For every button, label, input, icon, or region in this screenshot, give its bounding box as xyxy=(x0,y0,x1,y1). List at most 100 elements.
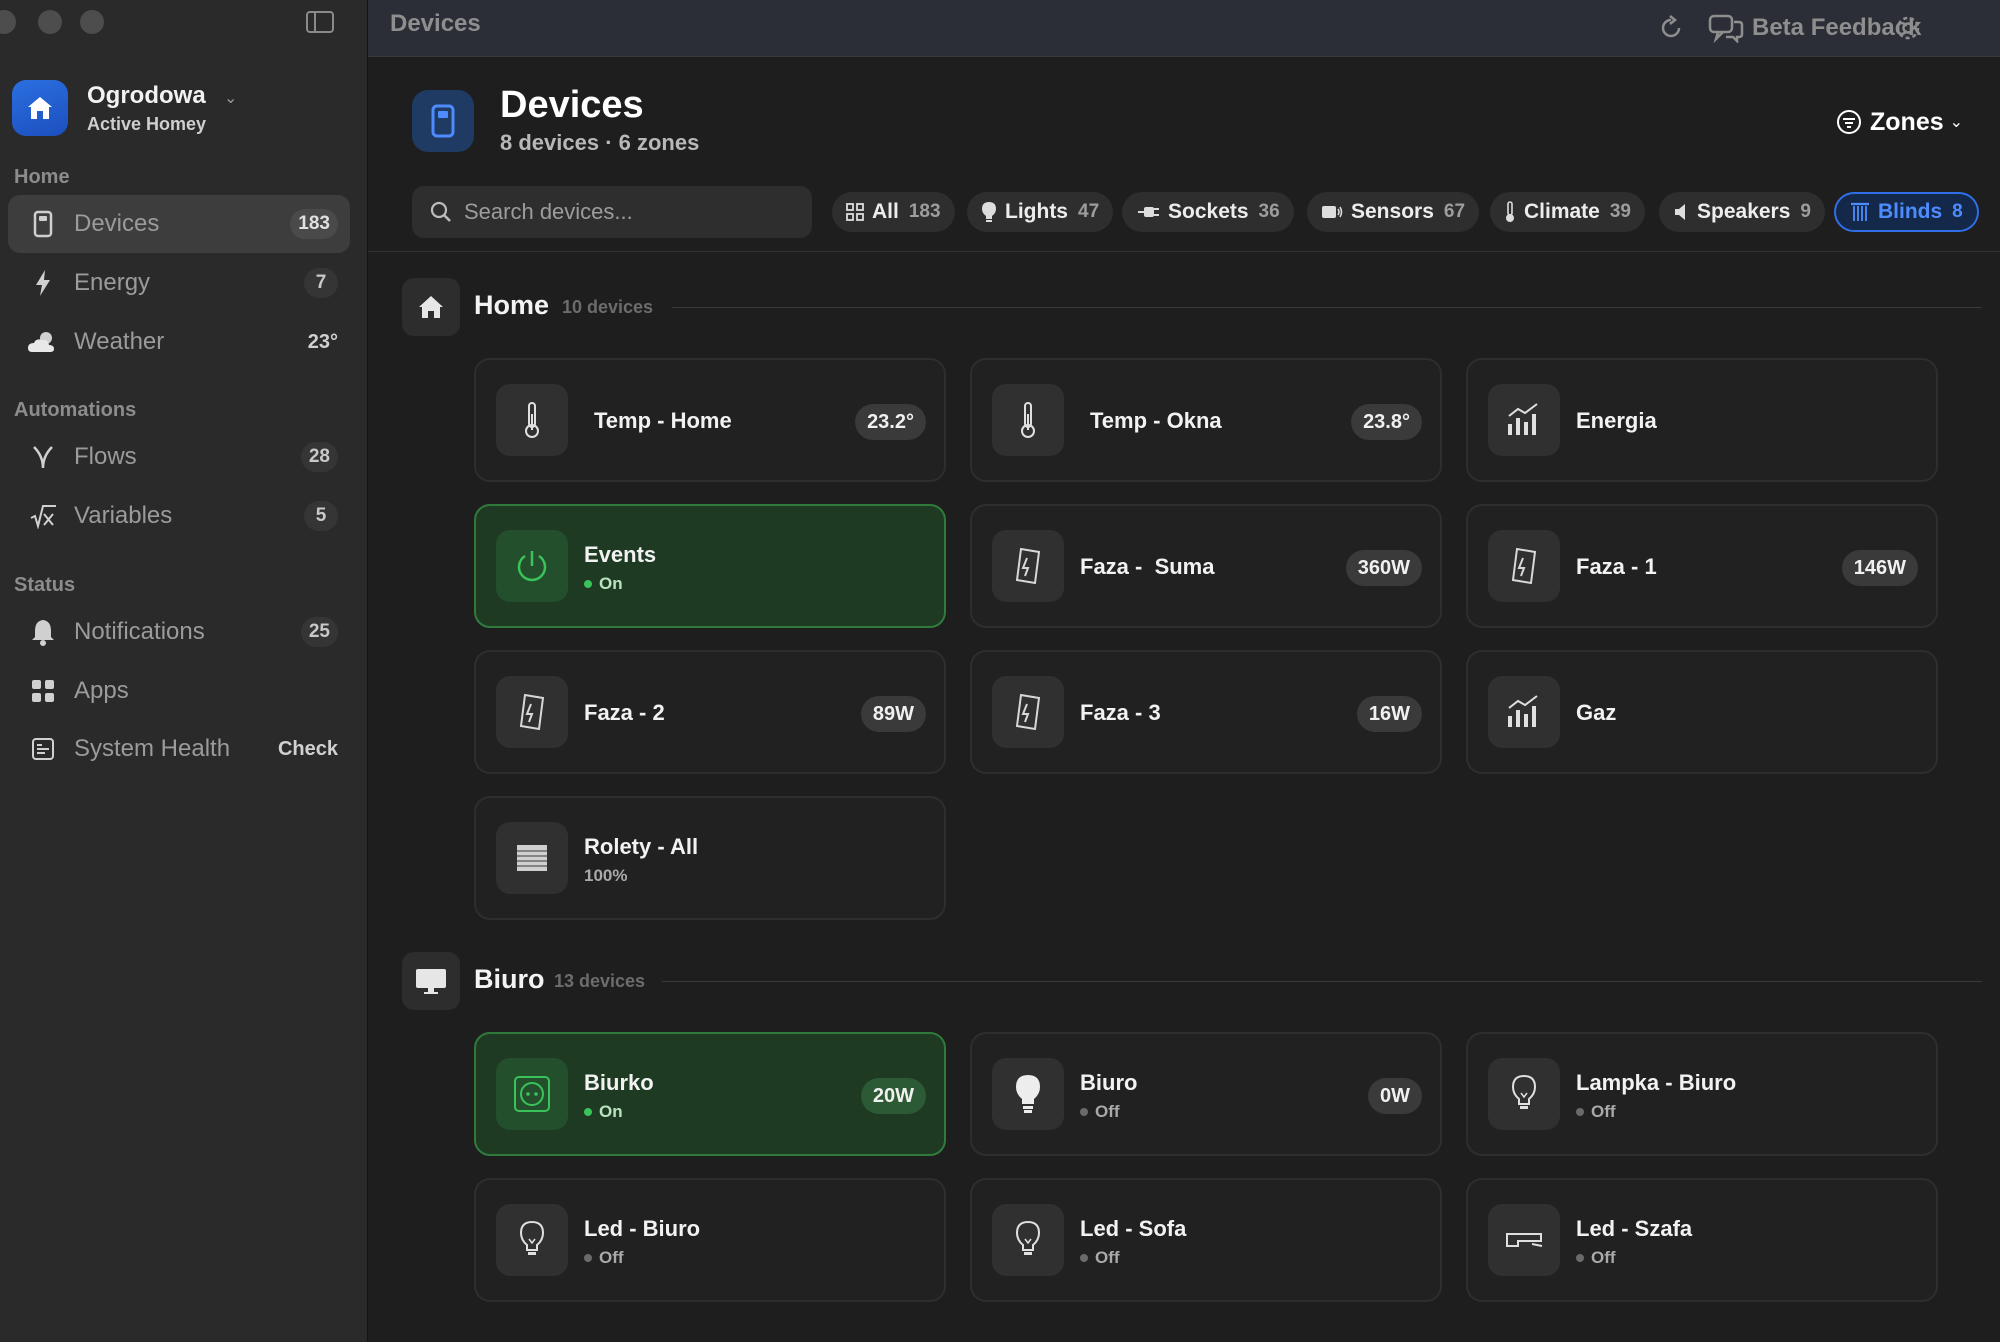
chevron-down-icon: ⌄ xyxy=(224,90,238,107)
thermometer-icon xyxy=(496,384,568,456)
filter-chip-label: Sensors xyxy=(1351,200,1434,223)
device-value: 360W xyxy=(1345,550,1422,586)
sidebar-item-label: Variables xyxy=(74,502,173,529)
socket-icon xyxy=(496,1058,568,1130)
filter-chip-climate[interactable]: Climate 39 xyxy=(1490,192,1645,232)
sidebar-item-notifications[interactable]: Notifications 25 xyxy=(8,603,350,661)
power-icon xyxy=(496,530,568,602)
thermometer-icon xyxy=(992,384,1064,456)
device-name: Gaz xyxy=(1576,700,1617,725)
device-card[interactable]: Faza - 3 16W xyxy=(970,650,1442,774)
zone-divider xyxy=(662,981,1982,982)
device-name: Temp - Okna xyxy=(1090,408,1222,433)
filter-chip-blinds[interactable]: Blinds 8 xyxy=(1834,192,1979,232)
device-card[interactable]: Energia xyxy=(1466,358,1938,482)
home-switcher[interactable]: Ogrodowa ⌄ Active Homey xyxy=(10,76,350,144)
device-card[interactable]: Faza - 2 89W xyxy=(474,650,946,774)
device-card[interactable]: Faza - Suma 360W xyxy=(970,504,1442,628)
sidebar-item-count: 25 xyxy=(300,617,338,647)
window-title: Devices xyxy=(390,10,481,37)
sidebar-item-label: Weather xyxy=(74,328,165,355)
filter-chip-sensors[interactable]: Sensors 67 xyxy=(1307,192,1480,232)
device-name: Led - Szafa xyxy=(1576,1216,1693,1241)
device-value: 16W xyxy=(1356,696,1422,732)
filter-chip-label: Climate xyxy=(1524,200,1600,223)
window-close-button[interactable] xyxy=(0,10,16,34)
zone-divider xyxy=(672,307,1982,308)
sensor-icon xyxy=(1322,206,1343,218)
device-name: Biurko xyxy=(584,1070,654,1095)
zone-header-biuro: Biuro 13 devices xyxy=(402,952,1982,1010)
energy-meter-icon xyxy=(496,676,568,748)
device-name: Faza - Suma xyxy=(1080,554,1215,579)
search-box xyxy=(412,186,812,238)
sidebar-item-label: Flows xyxy=(74,443,137,470)
sidebar-item-system-health[interactable]: System Health Check xyxy=(8,720,350,778)
status-dot xyxy=(1576,1108,1584,1116)
device-status: Off xyxy=(1080,1102,1120,1122)
device-status: Off xyxy=(1576,1248,1616,1268)
plug-icon xyxy=(1138,207,1159,217)
home-subtitle: Active Homey xyxy=(87,114,207,134)
filter-chip-count: 8 xyxy=(1952,201,1963,222)
bulb-outline-icon xyxy=(496,1204,568,1276)
header-divider xyxy=(368,251,2000,252)
filter-chip-sockets[interactable]: Sockets 36 xyxy=(1122,192,1294,232)
device-card[interactable]: Temp - Okna 23.8° xyxy=(970,358,1442,482)
device-card[interactable]: Led - Biuro Off xyxy=(474,1178,946,1302)
device-card[interactable]: Lampka - Biuro Off xyxy=(1466,1032,1938,1156)
sidebar-item-label: Devices xyxy=(74,210,160,237)
monitor-icon xyxy=(402,952,460,1010)
sidebar-item-flows[interactable]: Flows 28 xyxy=(8,428,350,486)
zones-button[interactable]: Zones ⌄ xyxy=(1836,104,1963,140)
filter-chip-label: Blinds xyxy=(1878,200,1943,223)
search-input[interactable] xyxy=(464,199,784,225)
window-minimize-button[interactable] xyxy=(38,10,62,34)
device-card[interactable]: Gaz xyxy=(1466,650,1938,774)
home-name: Ogrodowa xyxy=(87,82,206,109)
filter-chip-count: 47 xyxy=(1078,201,1100,222)
window-zoom-button[interactable] xyxy=(80,10,104,34)
device-name: Rolety - All xyxy=(584,834,699,859)
sidebar-item-count: 5 xyxy=(304,501,338,531)
gear-icon[interactable] xyxy=(1888,8,1928,48)
devices-page-icon xyxy=(412,90,474,152)
refresh-icon[interactable] xyxy=(1651,8,1691,48)
zone-header-home: Home 10 devices xyxy=(402,278,1982,336)
sidebar-item-weather[interactable]: Weather 23° xyxy=(8,313,350,371)
device-card[interactable]: Led - Sofa Off xyxy=(970,1178,1442,1302)
device-card[interactable]: Temp - Home 23.2° xyxy=(474,358,946,482)
sidebar-item-apps[interactable]: Apps xyxy=(8,662,350,720)
filter-chip-count: 183 xyxy=(908,201,941,222)
device-card[interactable]: Faza - 1 146W xyxy=(1466,504,1938,628)
device-card[interactable]: Biurko On 20W xyxy=(474,1032,946,1156)
device-card[interactable]: Events On xyxy=(474,504,946,628)
device-card[interactable]: Biuro Off 0W xyxy=(970,1032,1442,1156)
device-icon xyxy=(26,207,60,241)
device-value: 20W xyxy=(860,1078,926,1114)
status-dot xyxy=(584,1254,592,1262)
filter-chip-lights[interactable]: Lights 47 xyxy=(967,192,1114,232)
device-card[interactable]: Rolety - All 100% xyxy=(474,796,946,920)
bar-chart-icon xyxy=(1488,384,1560,456)
page-title: Devices xyxy=(500,84,644,126)
system-health-icon xyxy=(26,732,60,766)
sidebar: Ogrodowa ⌄ Active Homey Home Devices 183… xyxy=(0,0,368,1342)
bulb-outline-icon xyxy=(1488,1058,1560,1130)
device-name: Events xyxy=(584,542,657,567)
sidebar-item-variables[interactable]: Variables 5 xyxy=(8,487,350,545)
grid-icon xyxy=(846,203,864,221)
device-value: 89W xyxy=(860,696,926,732)
device-status-label: Off xyxy=(1095,1248,1120,1267)
sidebar-toggle-icon[interactable] xyxy=(306,11,334,33)
device-name: Energia xyxy=(1576,408,1657,433)
variables-icon xyxy=(26,499,60,533)
filter-chip-all[interactable]: All 183 xyxy=(832,192,955,232)
section-title-automations: Automations xyxy=(14,399,137,421)
filter-chip-speakers[interactable]: Speakers 9 xyxy=(1659,192,1825,232)
device-value: 23.8° xyxy=(1351,404,1422,440)
device-card[interactable]: Led - Szafa Off xyxy=(1466,1178,1938,1302)
system-health-check[interactable]: Check xyxy=(278,738,338,761)
sidebar-item-devices[interactable]: Devices 183 xyxy=(8,195,350,253)
sidebar-item-energy[interactable]: Energy 7 xyxy=(8,254,350,312)
